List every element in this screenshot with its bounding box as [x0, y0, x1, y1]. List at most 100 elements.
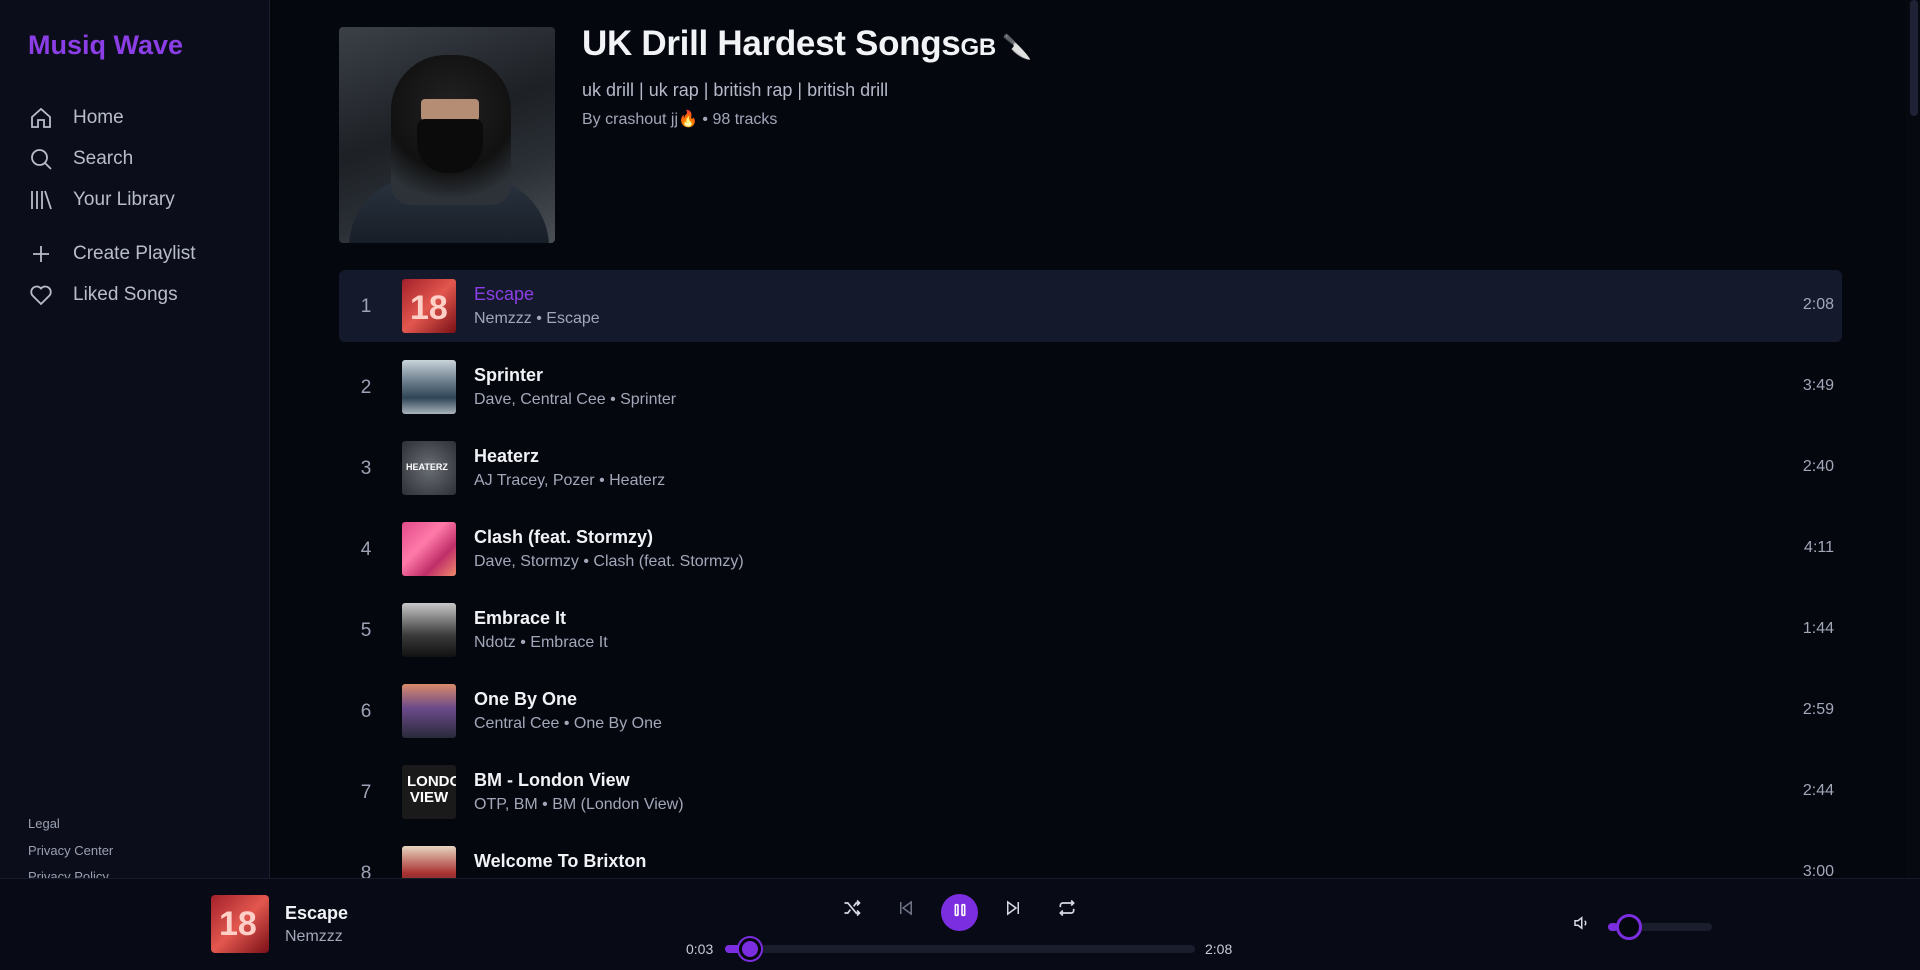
- volume-slider[interactable]: [1608, 914, 1712, 940]
- track-artwork: [402, 360, 456, 414]
- skip-forward-icon: [1004, 899, 1022, 922]
- track-row[interactable]: 2 Sprinter Dave, Central Cee • Sprinter …: [339, 351, 1842, 423]
- artwork-text: HEATERZ: [406, 462, 448, 472]
- current-time: 0:03: [686, 941, 714, 957]
- track-artwork: [402, 522, 456, 576]
- repeat-icon: [1057, 898, 1077, 923]
- track-subtitle: Dave, Stormzy • Clash (feat. Stormzy): [474, 553, 744, 570]
- track-number: 7: [360, 782, 372, 803]
- track-count: • 98 tracks: [702, 111, 778, 128]
- playlist-title-emoji: GB 🔪: [960, 34, 1032, 61]
- progress-handle[interactable]: [739, 938, 761, 960]
- track-title[interactable]: Embrace It: [474, 608, 566, 629]
- plus-icon: [28, 241, 54, 267]
- track-subtitle: Central Cee • One By One: [474, 715, 662, 732]
- sidebar-nav: Home Search Your Library Create Playlist: [28, 97, 258, 315]
- playlist-owner[interactable]: By crashout jj🔥: [582, 111, 698, 128]
- volume-handle[interactable]: [1616, 914, 1642, 940]
- track-subtitle: Nemzzz • Escape: [474, 310, 600, 327]
- artwork-text: 18: [410, 289, 448, 327]
- track-title[interactable]: Escape: [474, 284, 534, 305]
- track-artwork: [402, 684, 456, 738]
- legal-link[interactable]: Legal: [28, 816, 113, 843]
- library-icon: [28, 187, 54, 213]
- liked-songs-button[interactable]: Liked Songs: [28, 274, 258, 315]
- track-subtitle: AJ Tracey, Pozer • Heaterz: [474, 472, 666, 489]
- track-artwork: 18: [402, 279, 456, 333]
- sidebar-item-search[interactable]: Search: [28, 138, 258, 179]
- track-number: 3: [360, 458, 372, 479]
- track-row[interactable]: 3 HEATERZ Heaterz AJ Tracey, Pozer • Hea…: [339, 432, 1842, 504]
- track-subtitle: Ndotz • Embrace It: [474, 634, 608, 651]
- track-artwork: [402, 846, 456, 878]
- sidebar-item-label: Search: [73, 147, 134, 169]
- track-row[interactable]: 6 One By One Central Cee • One By One 2:…: [339, 675, 1842, 747]
- track-duration: 2:40: [1802, 458, 1834, 475]
- pause-icon: [952, 902, 968, 923]
- track-duration: 3:00: [1802, 863, 1834, 878]
- scrollbar-thumb[interactable]: [1910, 0, 1918, 116]
- playlist-cover: [339, 27, 555, 243]
- track-number: 8: [360, 863, 372, 878]
- track-row[interactable]: 5 Embrace It Ndotz • Embrace It 1:44: [339, 594, 1842, 666]
- now-playing-title[interactable]: Escape: [285, 903, 348, 924]
- shuffle-button[interactable]: [836, 894, 868, 926]
- sidebar: Musiq Wave Home Search Your Library Crea…: [0, 0, 270, 884]
- artwork-text: LONDON VIEW: [407, 773, 456, 806]
- heart-icon: [28, 282, 54, 308]
- track-subtitle: OTP, BM • BM (London View): [474, 796, 684, 813]
- track-duration: 2:44: [1802, 782, 1834, 799]
- track-list: 1 18 Escape Nemzzz • Escape 2:08 2 Sprin…: [339, 270, 1842, 878]
- search-icon: [28, 146, 54, 172]
- sidebar-item-label: Create Playlist: [73, 242, 196, 264]
- track-title[interactable]: Sprinter: [474, 365, 543, 386]
- create-playlist-button[interactable]: Create Playlist: [28, 233, 258, 274]
- track-title[interactable]: Clash (feat. Stormzy): [474, 527, 653, 548]
- main-scrollbar[interactable]: [1906, 0, 1920, 878]
- track-duration: 2:08: [1802, 296, 1834, 313]
- track-number: 6: [360, 701, 372, 722]
- playlist-title-text: UK Drill Hardest Songs: [582, 24, 961, 63]
- track-title[interactable]: Welcome To Brixton: [474, 851, 646, 872]
- privacy-center-link[interactable]: Privacy Center: [28, 843, 113, 870]
- track-title[interactable]: One By One: [474, 689, 577, 710]
- total-time: 2:08: [1205, 941, 1233, 957]
- sidebar-item-library[interactable]: Your Library: [28, 179, 258, 220]
- shuffle-icon: [842, 898, 862, 923]
- track-number: 5: [360, 620, 372, 641]
- sidebar-item-home[interactable]: Home: [28, 97, 258, 138]
- playlist-view: UK Drill Hardest SongsGB 🔪 uk drill | uk…: [271, 0, 1920, 878]
- previous-button[interactable]: [890, 894, 922, 926]
- track-artwork: HEATERZ: [402, 441, 456, 495]
- app-logo[interactable]: Musiq Wave: [28, 30, 183, 61]
- now-playing-artwork[interactable]: 18: [211, 895, 269, 953]
- track-row[interactable]: 7 LONDON VIEW BM - London View OTP, BM •…: [339, 756, 1842, 828]
- track-row[interactable]: 4 Clash (feat. Stormzy) Dave, Stormzy • …: [339, 513, 1842, 585]
- sidebar-item-label: Your Library: [73, 188, 175, 210]
- track-duration: 2:59: [1802, 701, 1834, 718]
- track-number: 4: [360, 539, 372, 560]
- track-artwork: [402, 603, 456, 657]
- progress-bar[interactable]: [725, 938, 1195, 960]
- home-icon: [28, 105, 54, 131]
- track-duration: 4:11: [1804, 539, 1834, 556]
- repeat-button[interactable]: [1051, 894, 1083, 926]
- track-row[interactable]: 1 18 Escape Nemzzz • Escape 2:08: [339, 270, 1842, 342]
- track-duration: 1:44: [1802, 620, 1834, 637]
- track-artwork: LONDON VIEW: [402, 765, 456, 819]
- pause-button[interactable]: [941, 894, 978, 931]
- track-title[interactable]: Heaterz: [474, 446, 539, 467]
- track-row[interactable]: 8 Welcome To Brixton 3:00: [339, 837, 1842, 878]
- track-number: 1: [360, 296, 372, 317]
- track-title[interactable]: BM - London View: [474, 770, 630, 791]
- skip-back-icon: [897, 899, 915, 922]
- artwork-text: 18: [219, 905, 257, 943]
- playlist-title: UK Drill Hardest SongsGB 🔪: [582, 24, 1032, 64]
- playlist-tags: uk drill | uk rap | british rap | britis…: [582, 80, 889, 100]
- sidebar-item-label: Home: [73, 106, 124, 128]
- next-button[interactable]: [997, 894, 1029, 926]
- sidebar-item-label: Liked Songs: [73, 283, 178, 305]
- volume-icon[interactable]: [1572, 914, 1590, 937]
- track-duration: 3:49: [1802, 377, 1834, 394]
- now-playing-artist[interactable]: Nemzzz: [285, 928, 343, 946]
